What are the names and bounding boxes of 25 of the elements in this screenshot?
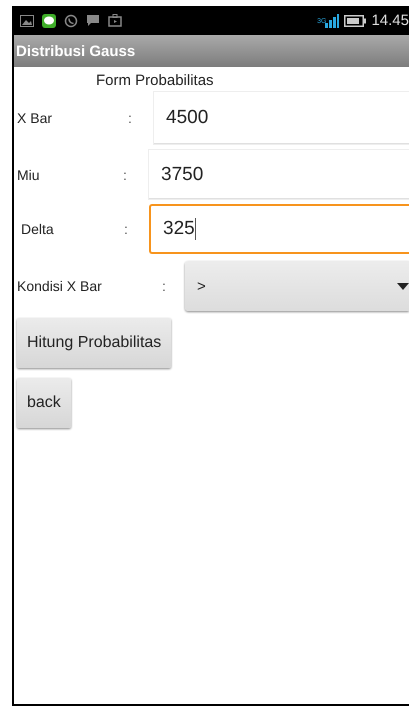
signal-icon bbox=[325, 14, 340, 28]
app-title: Distribusi Gauss bbox=[16, 42, 136, 60]
chat-icon bbox=[42, 14, 56, 28]
input-field[interactable]: 4500 bbox=[153, 91, 409, 145]
back-button[interactable]: back bbox=[17, 378, 71, 428]
field-label: X Bar bbox=[17, 110, 52, 126]
colon: : bbox=[162, 278, 166, 294]
clock: 14.45 bbox=[371, 12, 409, 29]
gallery-icon bbox=[20, 14, 34, 26]
field-label: Delta bbox=[21, 221, 54, 237]
message-icon bbox=[86, 14, 100, 27]
colon: : bbox=[123, 166, 127, 182]
briefcase-icon bbox=[108, 14, 122, 27]
battery-icon bbox=[344, 14, 366, 26]
dropdown-arrow-icon bbox=[397, 282, 409, 290]
form-heading: Form Probabilitas bbox=[96, 72, 214, 89]
calculate-button[interactable]: Hitung Probabilitas bbox=[17, 318, 172, 368]
condition-dropdown[interactable]: > bbox=[185, 261, 409, 311]
field-label: Miu bbox=[17, 166, 40, 182]
colon: : bbox=[124, 221, 128, 237]
input-field[interactable]: 3750 bbox=[148, 149, 409, 200]
field-label: Kondisi X Bar bbox=[17, 278, 102, 294]
colon: : bbox=[128, 110, 132, 126]
input-field[interactable]: 325 bbox=[149, 204, 409, 254]
phone-icon bbox=[64, 14, 78, 28]
